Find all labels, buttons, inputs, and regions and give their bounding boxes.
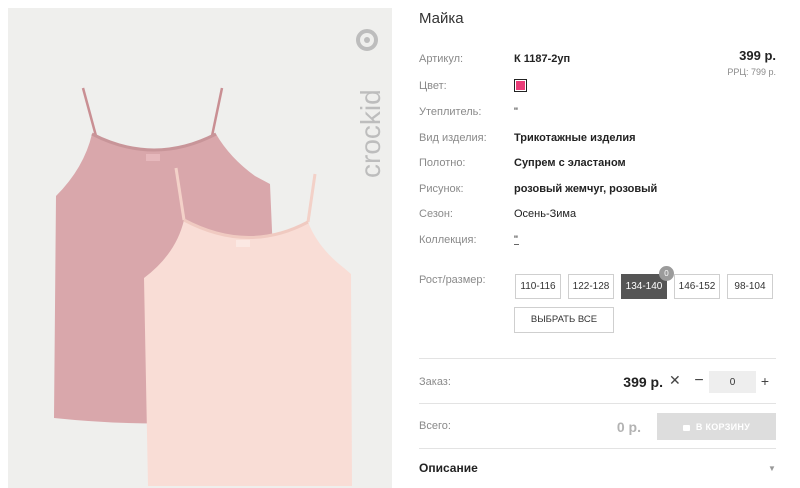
attr-insulation-value: " [514, 106, 518, 118]
product-photo-illustration [8, 8, 392, 488]
attr-insulation-label: Утеплитель: [419, 106, 482, 118]
attr-color-label: Цвет: [419, 80, 447, 92]
quantity-increase-button[interactable]: + [757, 370, 773, 392]
color-swatch-fill [516, 81, 525, 90]
svg-text:crockid: crockid [355, 89, 386, 178]
multiply-icon: ✕ [669, 372, 681, 388]
size-option-122-128[interactable]: 122-128 [568, 274, 614, 299]
attr-pattern-label: Рисунок: [419, 183, 464, 195]
recommended-retail-price: РРЦ: 799 р. [727, 67, 776, 77]
size-option-146-152[interactable]: 146-152 [674, 274, 720, 299]
product-price: 399 р. [739, 48, 776, 63]
size-option-98-104[interactable]: 98-104 [727, 274, 773, 299]
product-image[interactable]: crockid [8, 8, 392, 488]
attr-collection-label: Коллекция: [419, 234, 477, 246]
attr-collection-underline [514, 244, 519, 245]
attr-article-label: Артикул: [419, 53, 464, 65]
attr-fabric-label: Полотно: [419, 157, 466, 169]
total-price: 0 р. [616, 419, 641, 435]
color-swatch[interactable] [514, 79, 527, 92]
quantity-input[interactable] [709, 371, 756, 393]
select-all-sizes-button[interactable]: ВЫБРАТЬ ВСЕ [514, 307, 614, 333]
attr-fabric-value: Супрем с эластаном [514, 157, 626, 169]
size-quantity-badge: 0 [659, 266, 674, 281]
attr-season-value: Осень-Зима [514, 208, 577, 220]
product-title: Майка [419, 10, 464, 27]
attr-pattern-value: розовый жемчуг, розовый [514, 183, 658, 195]
divider [419, 448, 776, 449]
add-to-cart-button[interactable]: В КОРЗИНУ [657, 413, 776, 440]
attr-item-type-label: Вид изделия: [419, 132, 487, 144]
attr-collection-value: " [514, 234, 518, 246]
quantity-decrease-button[interactable]: − [690, 370, 708, 392]
divider [419, 358, 776, 359]
total-label: Всего: [419, 420, 451, 432]
brand-logo: crockid [355, 29, 386, 178]
attr-item-type-value: Трикотажные изделия [514, 132, 636, 144]
add-to-cart-label: В КОРЗИНУ [695, 421, 751, 432]
description-toggle[interactable]: Описание [419, 461, 478, 475]
attr-article-value: К 1187-2уп [514, 53, 571, 65]
attr-season-label: Сезон: [419, 208, 453, 220]
order-unit-price: 399 р. [623, 374, 663, 390]
divider [419, 403, 776, 404]
size-option-110-116[interactable]: 110-116 [515, 274, 561, 299]
order-label: Заказ: [419, 376, 451, 388]
chevron-down-icon[interactable]: ▼ [768, 464, 776, 473]
lock-icon [682, 424, 690, 431]
size-label: Рост/размер: [419, 274, 486, 286]
